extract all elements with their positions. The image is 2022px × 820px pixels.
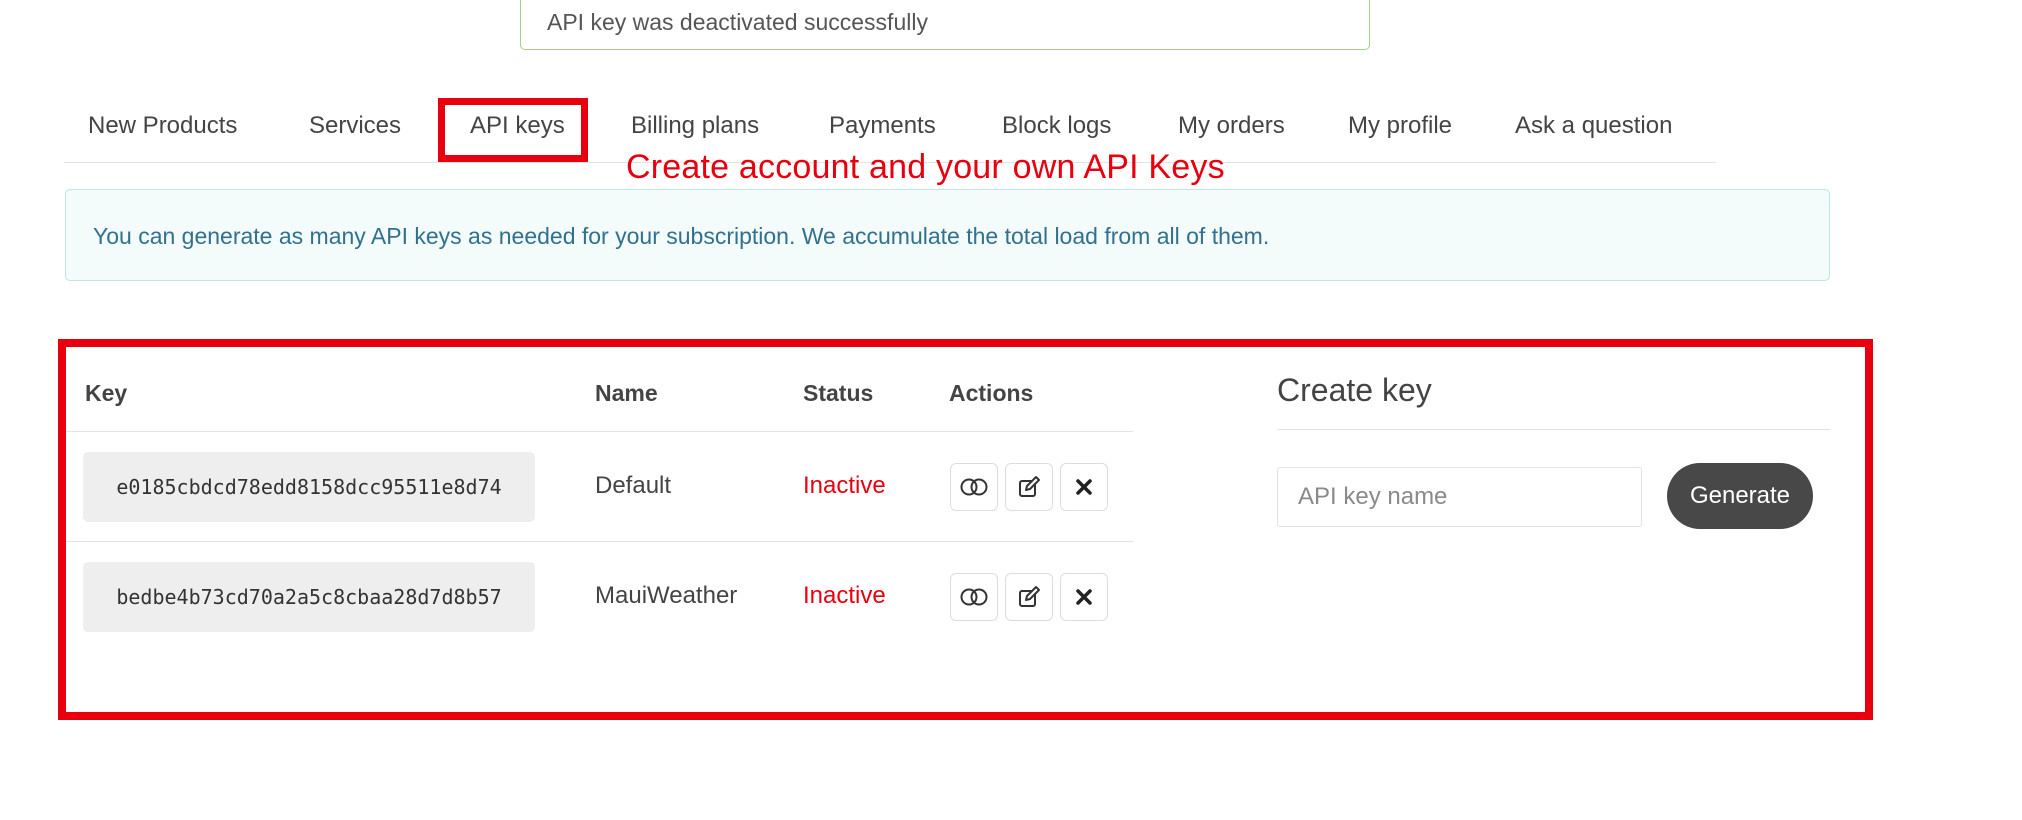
api-keys-tab-highlight: [438, 98, 588, 162]
table-highlight: [58, 339, 1873, 720]
tab-ask-a-question[interactable]: Ask a question: [1515, 98, 1672, 162]
info-alert: You can generate as many API keys as nee…: [65, 189, 1830, 281]
tab-new-products[interactable]: New Products: [88, 98, 237, 162]
tab-services[interactable]: Services: [309, 98, 401, 162]
success-notice: API key was deactivated successfully: [520, 0, 1370, 50]
tab-my-profile[interactable]: My profile: [1348, 98, 1452, 162]
page: API key was deactivated successfully New…: [0, 0, 2022, 820]
success-notice-text: API key was deactivated successfully: [547, 9, 928, 35]
annotation-text: Create account and your own API Keys: [626, 148, 1225, 186]
info-alert-text: You can generate as many API keys as nee…: [93, 223, 1270, 249]
